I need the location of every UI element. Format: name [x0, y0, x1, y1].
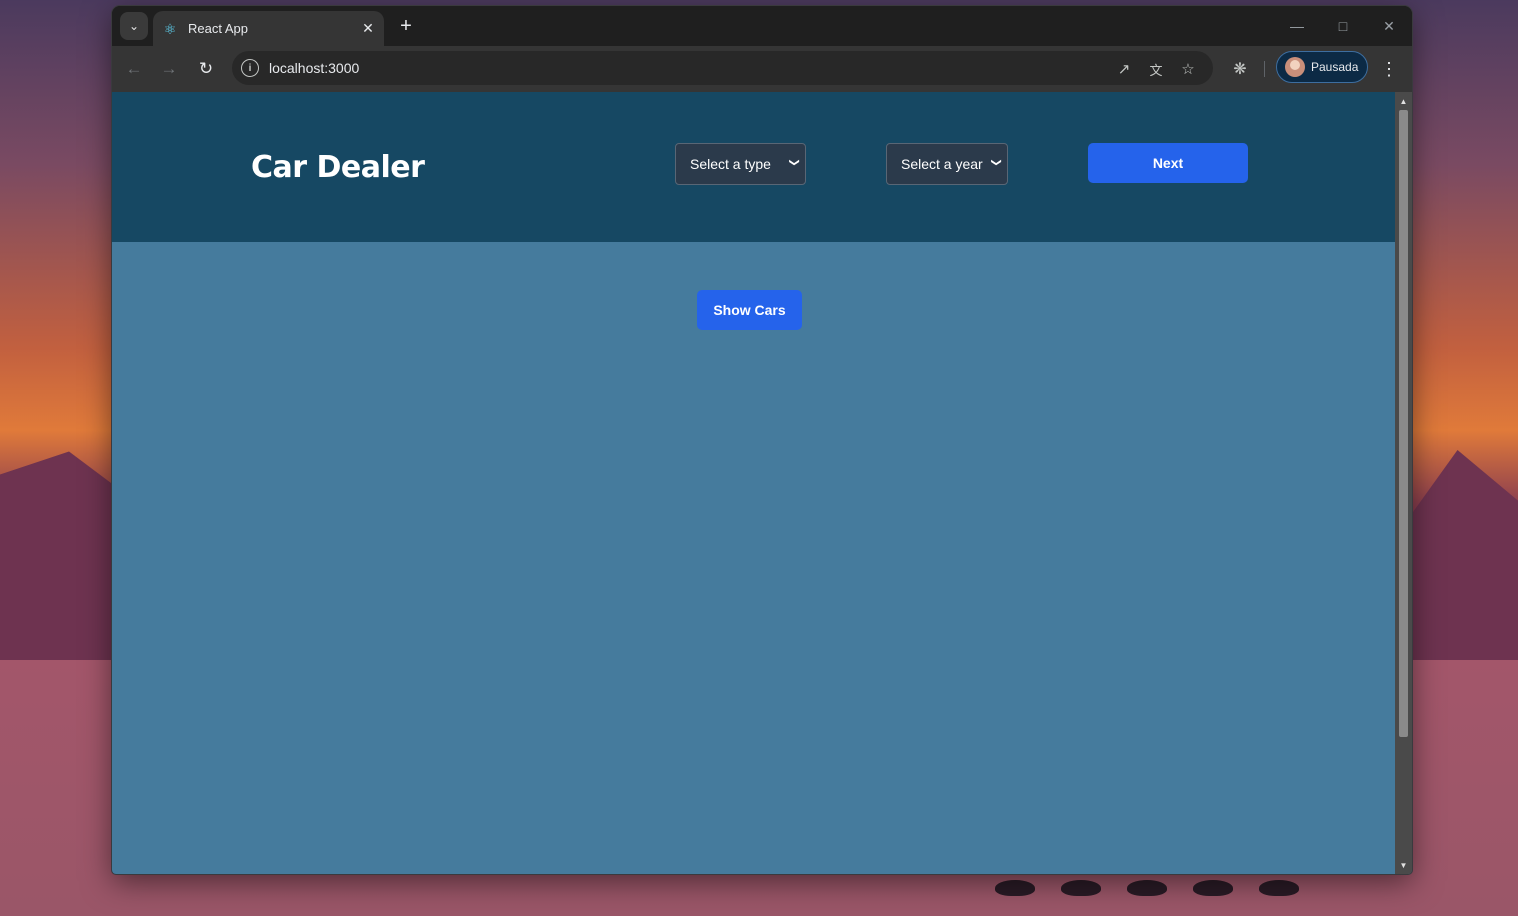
window-close-button[interactable]: ✕ — [1377, 14, 1401, 38]
brand-title: Car Dealer — [251, 150, 425, 185]
more-vertical-icon: ⋮ — [1380, 58, 1398, 79]
bookmark-star-icon[interactable]: ☆ — [1177, 58, 1199, 80]
scroll-down-arrow-icon[interactable]: ▼ — [1395, 858, 1412, 872]
type-select-value: Select a type — [690, 156, 771, 172]
profile-button[interactable]: Pausada — [1276, 51, 1368, 83]
goose-silhouette — [995, 880, 1035, 896]
extensions-puzzle-icon[interactable]: ❋ — [1228, 57, 1252, 81]
show-cars-button[interactable]: Show Cars — [697, 290, 802, 330]
open-external-icon[interactable]: ↗ — [1113, 58, 1135, 80]
info-icon[interactable]: i — [241, 59, 259, 77]
next-button[interactable]: Next — [1088, 143, 1248, 183]
maximize-button[interactable]: □ — [1331, 14, 1355, 38]
year-select[interactable]: Select a year ❯ — [886, 143, 1008, 185]
scroll-up-arrow-icon[interactable]: ▲ — [1395, 94, 1412, 108]
goose-silhouette — [1193, 880, 1233, 896]
forward-button[interactable]: → — [157, 57, 181, 81]
address-bar[interactable]: i localhost:3000 ↗ 文 ☆ — [232, 51, 1213, 85]
url-text[interactable]: localhost:3000 — [269, 60, 359, 76]
goose-silhouette — [1061, 880, 1101, 896]
goose-silhouette — [1127, 880, 1167, 896]
chevron-down-icon: ⌄ — [128, 19, 140, 33]
tab-search-button[interactable]: ⌄ — [120, 12, 148, 40]
reload-icon: ↻ — [198, 59, 214, 78]
type-select[interactable]: Select a type ❯ — [675, 143, 806, 185]
goose-silhouette — [1259, 880, 1299, 896]
minimize-button[interactable]: — — [1285, 14, 1309, 38]
translate-icon[interactable]: 文 — [1145, 58, 1167, 80]
new-tab-button[interactable]: + — [394, 14, 418, 38]
plus-icon: + — [400, 14, 412, 37]
reload-button[interactable]: ↻ — [194, 57, 218, 81]
vertical-scrollbar[interactable]: ▲ ▼ — [1395, 92, 1412, 874]
tab-strip: ⌄ ⚛ React App ✕ + — □ ✕ — [112, 6, 1412, 46]
tab-react-app[interactable]: ⚛ React App ✕ — [153, 11, 384, 46]
year-select-value: Select a year — [901, 156, 983, 172]
toolbar-divider — [1264, 61, 1265, 77]
close-icon[interactable]: ✕ — [358, 19, 378, 39]
wallpaper-mountain-right — [1408, 450, 1518, 680]
profile-name: Pausada — [1311, 60, 1359, 74]
wallpaper-geese — [995, 880, 1299, 896]
browser-window: ⌄ ⚛ React App ✕ + — □ ✕ ← → ↻ i localhos… — [112, 6, 1412, 874]
avatar — [1285, 57, 1305, 77]
browser-menu-button[interactable]: ⋮ — [1379, 57, 1399, 81]
wallpaper-mountain-left — [0, 451, 115, 670]
arrow-right-icon: → — [160, 59, 178, 78]
close-icon: ✕ — [1383, 17, 1395, 34]
back-button[interactable]: ← — [122, 57, 146, 81]
scrollbar-thumb[interactable] — [1399, 110, 1408, 737]
maximize-icon: □ — [1338, 18, 1348, 34]
chevron-down-icon: ❯ — [990, 158, 1002, 167]
react-icon: ⚛ — [163, 20, 177, 37]
browser-toolbar: ← → ↻ i localhost:3000 ↗ 文 ☆ ❋ Pausada ⋮ — [112, 46, 1412, 92]
arrow-left-icon: ← — [125, 59, 143, 78]
tab-title: React App — [188, 21, 248, 36]
minimize-icon: — — [1290, 18, 1304, 34]
page-header: Car Dealer Select a type ❯ Select a year… — [112, 92, 1395, 242]
chevron-down-icon: ❯ — [788, 158, 800, 167]
page-viewport: Car Dealer Select a type ❯ Select a year… — [112, 92, 1412, 874]
